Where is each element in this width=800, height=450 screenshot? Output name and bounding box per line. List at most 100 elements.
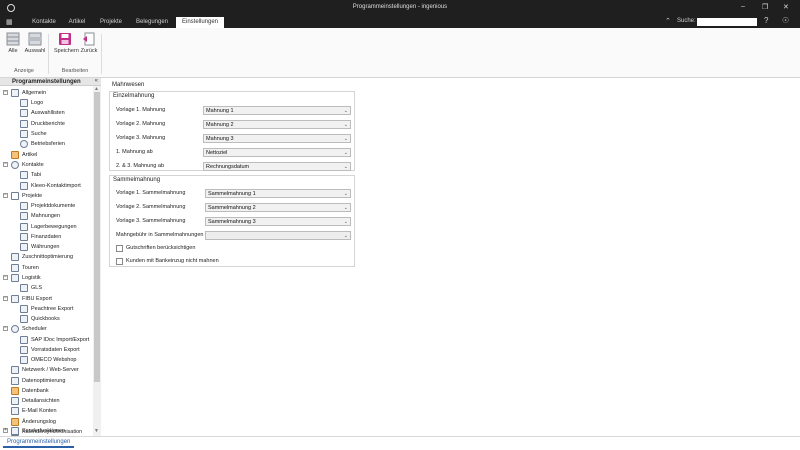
chevron-up-icon[interactable]: ⌃ — [665, 17, 671, 25]
tree-item-label: Vorratsdaten Export — [31, 347, 80, 353]
detail-view-icon — [11, 397, 19, 405]
group-title: Einzelmahnung — [113, 93, 155, 99]
expand-toggle-icon[interactable]: − — [3, 193, 8, 198]
minimize-button[interactable]: – — [741, 3, 745, 10]
tree-item-label: Sonderfunktionen — [22, 428, 66, 434]
tree-item-label: Betriebsferien — [31, 141, 65, 147]
show-all-button[interactable]: Alle — [2, 32, 24, 54]
tree-item-logo[interactable]: Logo — [0, 98, 93, 108]
tree-item-projektdokumente[interactable]: Projektdokumente — [0, 201, 93, 211]
tree-item-datenoptimierung[interactable]: Datenoptimierung — [3, 376, 93, 386]
expand-toggle-icon[interactable]: − — [3, 90, 8, 95]
save-button[interactable]: Speichern — [54, 32, 79, 54]
expand-toggle-icon[interactable]: + — [3, 428, 8, 433]
expand-toggle-icon[interactable]: − — [3, 326, 8, 331]
chevron-down-icon: ⌄ — [343, 205, 348, 211]
tree-item-omeco-webshop[interactable]: OMECO Webshop — [0, 355, 93, 365]
tree-item-finanzdaten[interactable]: Finanzdaten — [0, 232, 93, 242]
sidebar-title: Programmeinstellungen — [12, 79, 81, 85]
tree-item-datenbank[interactable]: Datenbank — [3, 386, 93, 396]
expand-toggle-icon[interactable]: − — [3, 296, 8, 301]
tree-item-projekte[interactable]: − Projekte — [3, 191, 93, 201]
tree-item-druckberichte[interactable]: Druckberichte — [0, 119, 93, 129]
export-icon — [20, 315, 28, 323]
grid-menu-icon[interactable]: ▦ — [6, 18, 13, 26]
tab-artikel[interactable]: Artikel — [66, 17, 88, 28]
mahnung-2-3-ab-select[interactable]: Rechnungsdatum ⌄ — [203, 162, 351, 171]
save-icon — [59, 33, 71, 45]
tree-item-sap-idoc[interactable]: SAP IDoc Import/Export — [0, 335, 93, 345]
scroll-down-icon[interactable]: ▼ — [94, 428, 99, 434]
tree-item-detailansichten[interactable]: Detailansichten — [3, 396, 93, 406]
back-button[interactable]: Zurück — [78, 32, 100, 54]
tree-item-fibu-export[interactable]: − FIBU Export — [3, 294, 93, 304]
tree-item-sonderfunktionen[interactable]: + Sonderfunktionen — [3, 426, 93, 436]
tree-item-gls[interactable]: GLS — [0, 283, 93, 293]
tab-belegungen[interactable]: Belegungen — [133, 17, 171, 28]
table-all-icon — [6, 32, 20, 46]
sammel-vorlage-2-select[interactable]: Sammelmahnung 2 ⌄ — [205, 203, 351, 212]
sidebar-scrollbar-thumb[interactable] — [94, 92, 100, 382]
tree-item-netzwerk[interactable]: Netzwerk / Web-Server — [3, 365, 93, 375]
tree-item-mahnungen[interactable]: Mahnungen — [0, 211, 93, 221]
chevron-down-icon: ⌄ — [343, 122, 348, 128]
vorlage-1-select[interactable]: Mahnung 1 ⌄ — [203, 106, 351, 115]
scroll-up-icon[interactable]: ▲ — [94, 86, 99, 92]
undo-icon — [83, 32, 95, 46]
tree-item-auswahllisten[interactable]: Auswahllisten — [0, 108, 93, 118]
tree-item-artikel[interactable]: Artikel — [3, 150, 93, 160]
export-icon — [11, 295, 19, 303]
import-icon — [20, 182, 28, 190]
tree-item-tabi[interactable]: Tabi — [0, 170, 93, 180]
mahnwesen-section: Mahnwesen Einzelmahnung Vorlage 1. Mahnu… — [109, 82, 357, 267]
close-button[interactable]: ✕ — [783, 3, 789, 11]
tree-item-allgemein[interactable]: − Allgemein — [3, 88, 93, 98]
collapse-sidebar-icon[interactable]: « — [95, 78, 98, 84]
tree-item-touren[interactable]: Touren — [3, 263, 93, 273]
tree-item-waehrungen[interactable]: Währungen — [0, 242, 93, 252]
tree-item-email-konten[interactable]: E-Mail Konten — [3, 406, 93, 416]
tree-item-zuschnittoptimierung[interactable]: Zuschnittoptimierung — [3, 252, 93, 262]
tab-einstellungen[interactable]: Einstellungen — [176, 17, 224, 28]
bottom-tab-programmeinstellungen[interactable]: Programmeinstellungen — [3, 438, 75, 448]
chevron-down-icon: ⌄ — [343, 136, 348, 142]
expand-toggle-icon[interactable]: − — [3, 162, 8, 167]
tree-item-kontakte[interactable]: − Kontakte — [3, 160, 93, 170]
gutschriften-checkbox[interactable] — [116, 245, 123, 252]
tree-item-label: Netzwerk / Web-Server — [22, 367, 79, 373]
tree-item-quickbooks[interactable]: Quickbooks — [0, 314, 93, 324]
notification-icon[interactable]: ☉ — [782, 16, 789, 25]
document-icon — [11, 192, 19, 200]
group-title: Sammelmahnung — [113, 177, 161, 183]
tree-item-label: Logo — [31, 100, 44, 106]
maximize-button[interactable]: ❐ — [762, 3, 768, 11]
printer-icon — [20, 120, 28, 128]
tree-item-vorratsdaten-export[interactable]: Vorratsdaten Export — [0, 345, 93, 355]
vorlage-2-select[interactable]: Mahnung 2 ⌄ — [203, 120, 351, 129]
search-input[interactable] — [697, 18, 757, 26]
tree-item-scheduler[interactable]: − Scheduler — [3, 324, 93, 334]
mahnung-1-ab-select[interactable]: Nettoziel ⌄ — [203, 148, 351, 157]
tree-item-betriebsferien[interactable]: Betriebsferien — [0, 139, 93, 149]
mahngebuehr-select[interactable]: ⌄ — [205, 231, 351, 240]
sammel-vorlage-1-select[interactable]: Sammelmahnung 1 ⌄ — [205, 189, 351, 198]
tree-item-kleeo-kontaktimport[interactable]: Kleeo-Kontaktimport — [0, 181, 93, 191]
tree-item-label: Scheduler — [22, 326, 47, 332]
tree-item-logistik[interactable]: − Logistik — [3, 273, 93, 283]
settings-folder-icon — [11, 89, 19, 97]
expand-toggle-icon[interactable]: − — [3, 275, 8, 280]
tree-item-label: Mahnungen — [31, 213, 61, 219]
tab-projekte[interactable]: Projekte — [98, 17, 124, 28]
help-icon[interactable]: ? — [764, 16, 768, 25]
selection-button[interactable]: Auswahl — [24, 32, 46, 54]
tree-item-label: Quickbooks — [31, 316, 60, 322]
tree-item-label: OMECO Webshop — [31, 357, 77, 363]
tab-kontakte[interactable]: Kontakte — [30, 17, 58, 28]
tree-item-peachtree-export[interactable]: Peachtree Export — [0, 304, 93, 314]
sammel-vorlage-3-select[interactable]: Sammelmahnung 3 ⌄ — [205, 217, 351, 226]
tree-item-lagerbewegungen[interactable]: Lagerbewegungen — [0, 222, 93, 232]
tree-item-suche[interactable]: Suche — [0, 129, 93, 139]
bankeinzug-checkbox[interactable] — [116, 258, 123, 265]
tree-item-label: Währungen — [31, 244, 60, 250]
vorlage-3-select[interactable]: Mahnung 3 ⌄ — [203, 134, 351, 143]
